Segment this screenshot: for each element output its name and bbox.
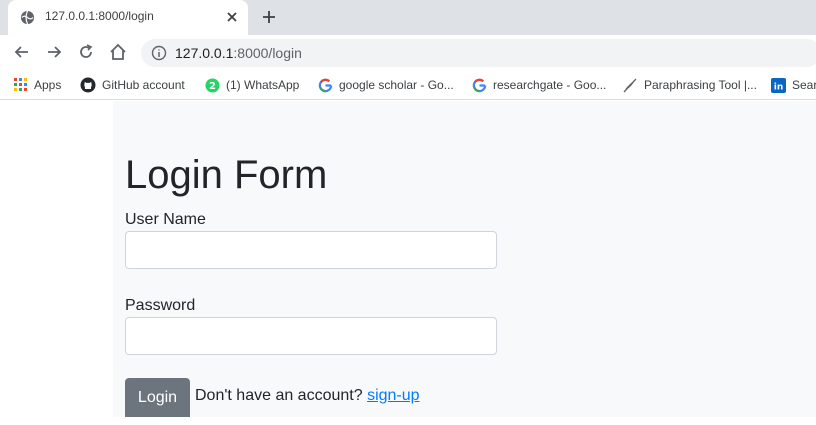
signup-link[interactable]: sign-up	[367, 387, 419, 404]
bookmark-label: Paraphrasing Tool |...	[644, 78, 757, 92]
bookmark-linkedin[interactable]: in Sear	[771, 76, 816, 94]
password-input[interactable]	[125, 317, 497, 355]
bookmark-label: (1) WhatsApp	[226, 78, 300, 92]
reload-icon[interactable]	[76, 42, 96, 62]
form-container: Login Form User Name Password Login Don'…	[113, 101, 816, 417]
tab-title: 127.0.0.1:8000/login	[45, 9, 154, 23]
svg-text:in: in	[774, 82, 784, 92]
apps-grid-icon	[14, 78, 27, 91]
bookmark-github[interactable]: GitHub account	[80, 76, 185, 94]
signup-prompt: Don't have an account? sign-up	[195, 387, 420, 405]
info-icon[interactable]	[151, 45, 167, 61]
url-text: 127.0.0.1:8000/login	[175, 45, 302, 61]
svg-text:2: 2	[209, 81, 216, 92]
globe-icon	[20, 10, 35, 25]
password-label: Password	[125, 297, 196, 314]
bookmark-apps[interactable]: Apps	[14, 76, 61, 94]
address-bar[interactable]: 127.0.0.1:8000/login	[141, 39, 816, 67]
google-icon	[472, 78, 487, 92]
bookmark-google-scholar[interactable]: google scholar - Go...	[318, 76, 454, 94]
home-icon[interactable]	[108, 42, 128, 62]
close-icon[interactable]	[224, 9, 240, 25]
back-arrow-icon[interactable]	[12, 42, 32, 62]
bookmark-label: GitHub account	[102, 78, 185, 92]
page-title: Login Form	[125, 153, 328, 197]
url-path: :8000/login	[233, 45, 302, 61]
bookmark-label: google scholar - Go...	[339, 78, 454, 92]
login-button[interactable]: Login	[125, 378, 190, 417]
browser-toolbar: 127.0.0.1:8000/login	[0, 35, 816, 70]
new-tab-plus-icon[interactable]	[260, 8, 278, 26]
bookmark-label: researchgate - Goo...	[493, 78, 607, 92]
username-label: User Name	[125, 211, 206, 228]
browser-tab[interactable]: 127.0.0.1:8000/login	[8, 0, 248, 35]
bookmark-researchgate[interactable]: researchgate - Goo...	[472, 76, 606, 94]
google-icon	[318, 78, 333, 92]
username-input[interactable]	[125, 231, 497, 269]
whatsapp-icon: 2	[205, 78, 220, 92]
bookmark-label: Apps	[34, 78, 62, 92]
tab-strip: 127.0.0.1:8000/login	[0, 0, 816, 35]
bookmark-paraphrasing-tool[interactable]: Paraphrasing Tool |...	[622, 76, 757, 94]
signup-prompt-text: Don't have an account?	[195, 387, 363, 404]
bookmark-label: Sear	[792, 78, 816, 92]
forward-arrow-icon[interactable]	[44, 42, 64, 62]
bookmarks-bar: Apps GitHub account 2 (1) WhatsApp googl…	[0, 70, 816, 100]
github-icon	[80, 77, 96, 93]
url-host: 127.0.0.1	[175, 45, 234, 61]
bookmark-whatsapp[interactable]: 2 (1) WhatsApp	[205, 76, 299, 94]
feather-icon	[623, 78, 637, 93]
linkedin-icon: in	[771, 77, 786, 93]
page-viewport: Login Form User Name Password Login Don'…	[0, 101, 816, 417]
